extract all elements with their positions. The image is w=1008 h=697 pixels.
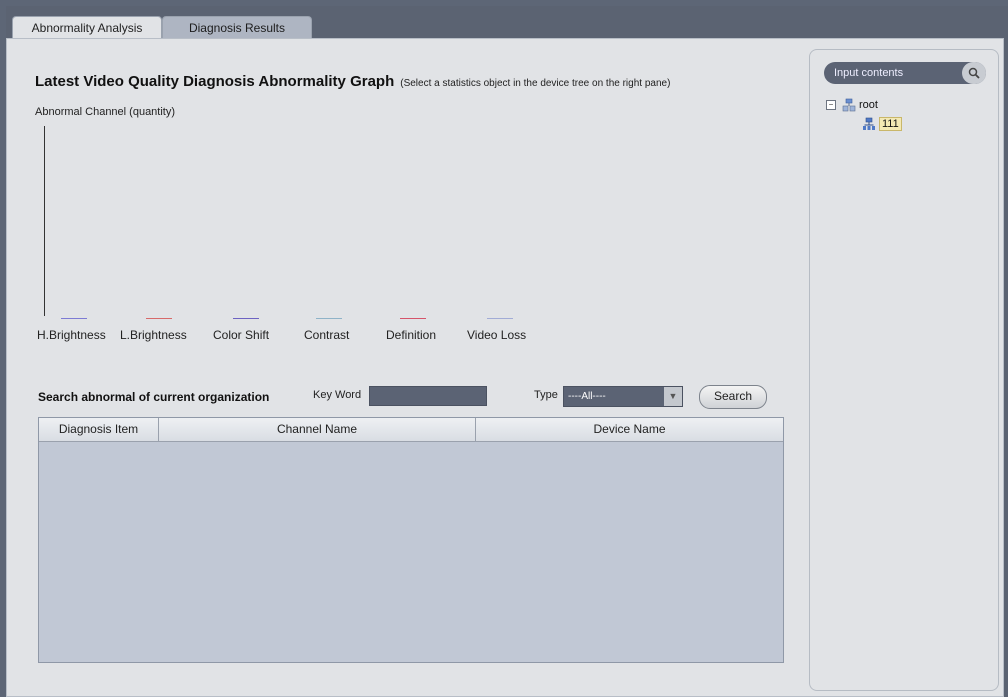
tab-abnormality-analysis[interactable]: Abnormality Analysis bbox=[12, 16, 162, 39]
chart-bar bbox=[316, 318, 342, 319]
tree-search-placeholder: Input contents bbox=[834, 67, 904, 79]
x-tick-label: Video Loss bbox=[467, 328, 527, 342]
tree-node-111-label: 111 bbox=[879, 117, 902, 131]
x-tick-label: Contrast bbox=[304, 328, 350, 342]
tree-search-field[interactable]: Input contents bbox=[824, 62, 986, 84]
results-table: Diagnosis Item Channel Name Device Name bbox=[38, 417, 784, 663]
search-section-title: Search abnormal of current organization bbox=[38, 390, 270, 404]
graph-hint: (Select a statistics object in the devic… bbox=[400, 78, 671, 89]
x-tick-label: L.Brightness bbox=[120, 328, 187, 342]
x-tick-label: Color Shift bbox=[213, 328, 270, 342]
type-label: Type bbox=[534, 389, 558, 401]
chart-bar bbox=[233, 318, 259, 319]
collapse-toggle-icon[interactable]: − bbox=[826, 100, 836, 110]
type-select-value: ----All---- bbox=[568, 391, 606, 402]
column-header-device-name[interactable]: Device Name bbox=[476, 418, 783, 441]
graph-title: Latest Video Quality Diagnosis Abnormali… bbox=[35, 73, 670, 90]
device-icon bbox=[862, 117, 876, 131]
chart-bar bbox=[487, 318, 513, 319]
type-select[interactable]: ----All---- ▼ bbox=[563, 386, 683, 407]
organization-icon bbox=[842, 98, 856, 112]
app-window: Abnormality Analysis Diagnosis Results L… bbox=[6, 6, 1008, 697]
chart-bar bbox=[146, 318, 172, 319]
chevron-down-icon[interactable]: ▼ bbox=[664, 387, 682, 406]
y-axis-line bbox=[44, 126, 45, 316]
tree-node-root[interactable]: − root bbox=[826, 98, 878, 112]
y-axis-label: Abnormal Channel (quantity) bbox=[35, 106, 176, 118]
column-header-diagnosis-item[interactable]: Diagnosis Item bbox=[39, 418, 159, 441]
tab-diagnosis-results[interactable]: Diagnosis Results bbox=[162, 16, 312, 39]
search-button[interactable]: Search bbox=[699, 385, 767, 409]
tree-node-111[interactable]: 111 bbox=[862, 117, 902, 131]
keyword-input[interactable] bbox=[369, 386, 487, 406]
x-tick-label: H.Brightness bbox=[37, 328, 106, 342]
keyword-label: Key Word bbox=[313, 389, 362, 401]
search-icon[interactable] bbox=[962, 62, 986, 84]
chart-bar bbox=[61, 318, 87, 319]
chart-bar bbox=[400, 318, 426, 319]
main-content: Latest Video Quality Diagnosis Abnormali… bbox=[6, 38, 1004, 697]
tab-bar: Abnormality Analysis Diagnosis Results bbox=[6, 6, 1008, 39]
column-header-channel-name[interactable]: Channel Name bbox=[159, 418, 476, 441]
table-header: Diagnosis Item Channel Name Device Name bbox=[39, 418, 783, 442]
x-tick-label: Definition bbox=[386, 328, 437, 342]
device-tree-panel: Input contents − root 111 bbox=[809, 49, 999, 691]
tree-node-root-label: root bbox=[859, 99, 878, 111]
graph-title-text: Latest Video Quality Diagnosis Abnormali… bbox=[35, 73, 395, 90]
